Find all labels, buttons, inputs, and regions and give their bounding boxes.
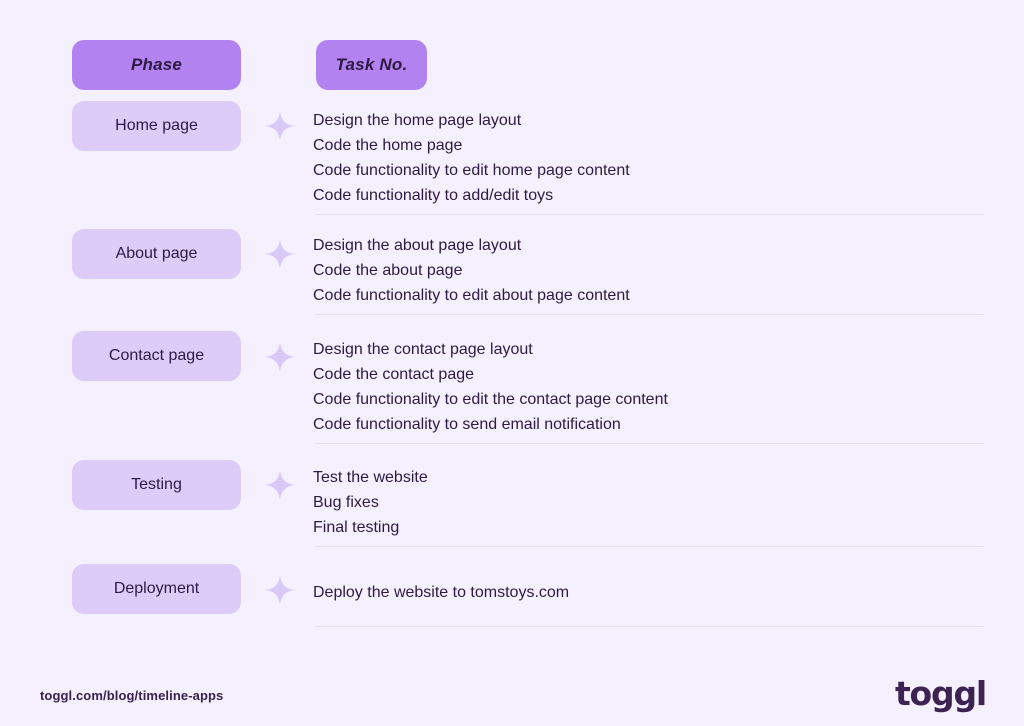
task-item[interactable]: Code functionality to add/edit toys [313, 183, 630, 208]
task-list: Test the website Bug fixes Final testing [313, 465, 428, 540]
task-item[interactable]: Code functionality to edit home page con… [313, 158, 630, 183]
row-divider [315, 214, 984, 215]
task-item[interactable]: Design the home page layout [313, 108, 630, 133]
task-list: Design the about page layout Code the abo… [313, 233, 630, 308]
task-item[interactable]: Code functionality to send email notific… [313, 412, 668, 437]
task-item[interactable]: Code the about page [313, 258, 630, 283]
phase-pill[interactable]: Home page [72, 101, 241, 151]
row-divider [315, 443, 984, 444]
task-list: Design the contact page layout Code the c… [313, 337, 668, 437]
task-list: Deploy the website to tomstoys.com [313, 580, 569, 605]
task-item[interactable]: Test the website [313, 465, 428, 490]
task-column-header: Task No. [316, 40, 427, 90]
sparkle-icon [264, 469, 296, 501]
sparkle-icon [264, 574, 296, 606]
task-item[interactable]: Design the about page layout [313, 233, 630, 258]
task-item[interactable]: Final testing [313, 515, 428, 540]
task-item[interactable]: Code the contact page [313, 362, 668, 387]
task-item[interactable]: Bug fixes [313, 490, 428, 515]
phase-pill[interactable]: Testing [72, 460, 241, 510]
sparkle-icon [264, 110, 296, 142]
row-divider [315, 546, 984, 547]
phase-pill[interactable]: Deployment [72, 564, 241, 614]
task-item[interactable]: Code functionality to edit the contact p… [313, 387, 668, 412]
table-header-row: Phase Task No. [0, 40, 1024, 90]
task-item[interactable]: Code functionality to edit about page co… [313, 283, 630, 308]
task-item[interactable]: Deploy the website to tomstoys.com [313, 580, 569, 605]
sparkle-icon [264, 341, 296, 373]
row-divider [315, 626, 984, 627]
phase-column-header: Phase [72, 40, 241, 90]
toggl-logo: toggl [894, 674, 987, 713]
phase-pill[interactable]: Contact page [72, 331, 241, 381]
sparkle-icon [264, 238, 296, 270]
phase-pill[interactable]: About page [72, 229, 241, 279]
task-list: Design the home page layout Code the home… [313, 108, 630, 208]
task-item[interactable]: Design the contact page layout [313, 337, 668, 362]
row-divider [315, 314, 984, 315]
task-item[interactable]: Code the home page [313, 133, 630, 158]
footer-url[interactable]: toggl.com/blog/timeline-apps [40, 688, 223, 703]
